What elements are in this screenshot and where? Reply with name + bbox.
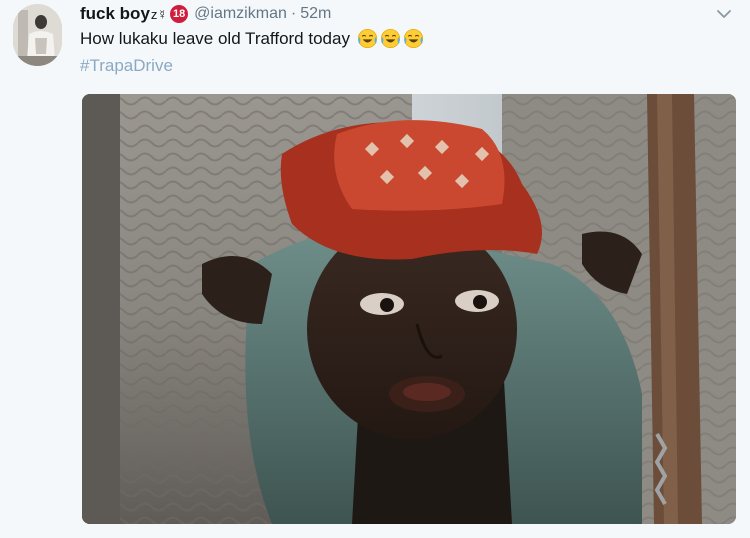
tweet-text: How lukaku leave old Trafford today [80,28,424,49]
face-with-tears-of-joy-icon [380,28,400,49]
face-with-tears-of-joy-icon [357,28,377,49]
tweet-card[interactable]: fuck boy z☿ 18 @iamzikman · 52m How luka… [0,0,750,538]
name-symbols: z☿ [150,6,168,22]
tweet-photo[interactable] [82,94,736,524]
display-name[interactable]: fuck boy [80,4,150,24]
tweet-text-body: How lukaku leave old Trafford today [80,28,350,48]
user-handle[interactable]: @iamzikman [194,5,287,23]
emoji-group [357,28,424,49]
photo-illustration [82,94,736,524]
face-with-tears-of-joy-icon [403,28,423,49]
badge-18-icon: 18 [170,5,189,23]
timestamp[interactable]: 52m [300,5,331,23]
hashtag-link[interactable]: #TrapaDrive [80,56,173,76]
chevron-down-icon[interactable] [714,6,734,22]
tweet-header: fuck boy z☿ 18 @iamzikman · 52m [80,3,331,25]
separator-dot: · [290,5,297,22]
avatar[interactable] [13,4,62,66]
